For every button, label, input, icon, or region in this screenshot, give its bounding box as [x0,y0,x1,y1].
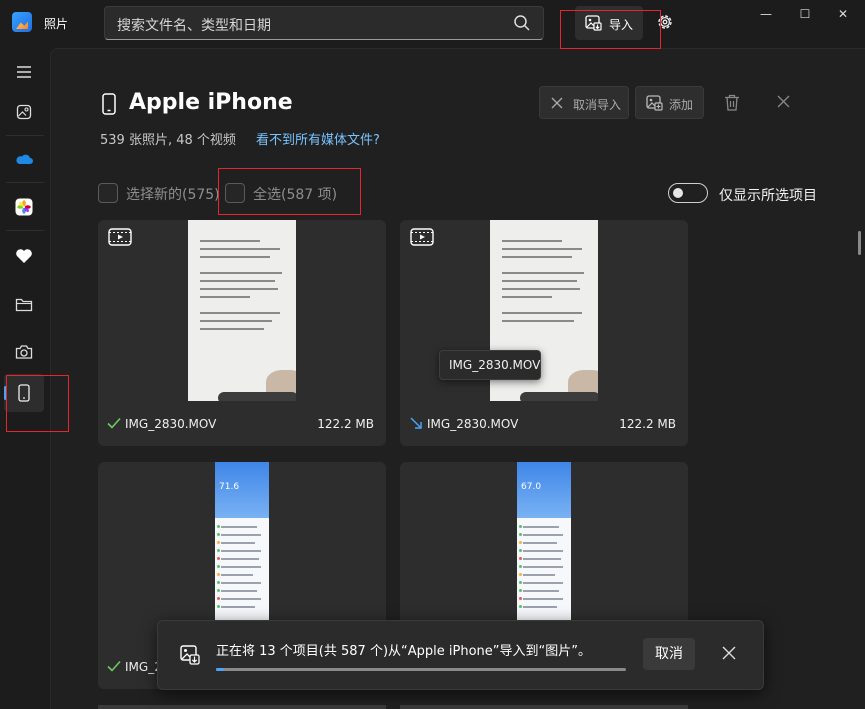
page-title: Apple iPhone [129,90,293,115]
media-count: 539 张照片, 48 个视频 [100,133,236,148]
sidebar-item-icloud-photos[interactable] [4,188,44,226]
sidebar-item-apple-iphone[interactable] [4,374,44,412]
sidebar-item-favorites[interactable] [4,237,44,275]
select-all-label: 全选(587 项) [253,187,338,203]
search-input[interactable]: 搜索文件名、类型和日期 [117,15,271,35]
add-photo-icon [646,95,663,111]
show-selected-toggle[interactable] [668,183,708,203]
import-progress-fill [216,668,225,671]
thumbnail-text: 67.0 [521,482,542,492]
filename-tooltip: IMG_2830.MOV [439,350,541,380]
checkmark-icon [107,660,121,672]
photo-thumbnail: 71.6 [215,462,269,622]
gear-icon[interactable] [656,13,674,31]
close-icon [551,97,563,109]
sidebar-item-onedrive[interactable] [4,140,44,178]
sidebar-divider [6,230,44,231]
phone-icon [18,384,30,402]
sidebar-divider [6,135,44,136]
scrollbar[interactable] [858,231,861,255]
show-selected-label: 仅显示所选项目 [719,188,817,204]
search-icon[interactable] [513,14,531,32]
photo-thumbnail: 67.0 [517,462,571,622]
checkmark-icon [107,417,121,429]
missing-media-link[interactable]: 看不到所有媒体文件? [256,129,380,148]
import-button[interactable]: 导入 [575,6,643,40]
file-size: 122.2 MB [619,417,676,431]
video-icon [410,228,434,246]
main-panel: Apple iPhone 539 张照片, 48 个视频 看不到所有媒体文件? … [50,48,865,709]
gallery-icon [16,104,32,120]
heart-icon [16,249,32,263]
sidebar-divider [6,182,44,183]
thumbnail-text: 71.6 [219,482,240,492]
camera-icon [15,345,33,359]
close-window-button[interactable]: ✕ [820,0,865,28]
phone-icon [102,93,116,115]
close-icon[interactable] [777,95,790,108]
importing-arrow-icon [410,417,422,429]
sidebar-item-folders[interactable] [4,285,44,323]
select-all-checkbox[interactable] [225,183,245,203]
import-icon [585,15,602,31]
sidebar [0,48,50,709]
cancel-import-label: 取消导入 [573,98,622,112]
media-tile[interactable]: IMG_2830.MOV 122.2 MB [98,220,386,446]
add-button[interactable]: 添加 [635,86,704,119]
media-tile[interactable]: IMG_2830.MOV 122.2 MB [400,220,688,446]
import-progress-bar [216,668,626,671]
sidebar-item-menu[interactable] [4,53,44,91]
file-size: 122.2 MB [317,417,374,431]
close-icon[interactable] [721,645,737,661]
cancel-import-button[interactable]: 取消导入 [539,86,629,119]
icloud-photos-icon [15,198,33,216]
import-progress-toast: 正在将 13 个项目(共 587 个)从“Apple iPhone”导入到“图片… [157,620,764,690]
video-icon [108,228,132,246]
cloud-icon [16,154,33,164]
import-icon [180,645,200,665]
app-title: 照片 [44,17,69,31]
tile-footer: IMG_2830.MOV 122.2 MB [98,401,386,446]
add-label: 添加 [669,98,694,112]
import-status-message: 正在将 13 个项目(共 587 个)从“Apple iPhone”导入到“图片… [216,644,591,659]
hamburger-icon [17,66,31,78]
next-row-tile [98,705,386,709]
trash-icon[interactable] [724,94,740,111]
tile-footer: IMG_2830.MOV 122.2 MB [400,401,688,446]
video-thumbnail [188,220,296,401]
file-name: IMG_2830.MOV [125,417,217,431]
folder-icon [15,298,33,311]
photos-app-icon [12,12,32,32]
file-name: IMG_2830.MOV [427,417,519,431]
select-new-checkbox[interactable] [98,183,118,203]
next-row-tile [400,705,688,709]
import-label: 导入 [609,18,634,32]
cancel-button[interactable]: 取消 [643,638,695,670]
select-new-label: 选择新的(575) [126,187,220,203]
sidebar-item-camera[interactable] [4,333,44,371]
title-bar: 照片 搜索文件名、类型和日期 导入 — ☐ ✕ [0,0,865,48]
search-box[interactable]: 搜索文件名、类型和日期 [104,6,544,40]
sidebar-item-gallery[interactable] [4,93,44,131]
